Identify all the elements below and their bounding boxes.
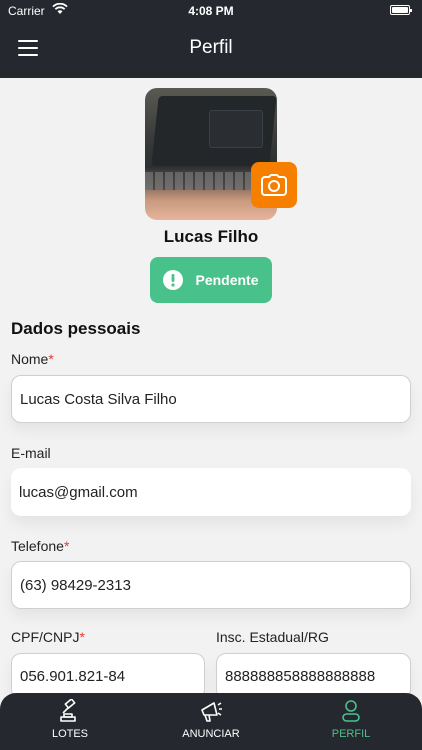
- status-label: Pendente: [195, 272, 259, 288]
- user-name: Lucas Filho: [163, 227, 259, 246]
- tab-lotes[interactable]: LOTES: [40, 698, 100, 747]
- clock: 4:08 PM: [188, 4, 234, 18]
- telefone-label: Telefone*: [11, 538, 70, 554]
- tab-perfil[interactable]: PERFIL: [321, 699, 381, 747]
- user-icon: [342, 700, 360, 722]
- app-header: Carrier 4:08 PM Perfil: [0, 0, 422, 78]
- bottom-tab-bar: LOTES ANUNCIAR PERFIL: [0, 693, 422, 750]
- battery-icon: [390, 5, 412, 15]
- email-label: E-mail: [11, 445, 51, 461]
- section-title: Dados pessoais: [11, 319, 141, 338]
- page-title: Perfil: [189, 37, 233, 58]
- email-field[interactable]: lucas@gmail.com: [11, 468, 411, 516]
- alert-icon: [163, 270, 184, 290]
- status-badge: Pendente: [150, 257, 272, 303]
- telefone-field[interactable]: (63) 98429-2313: [11, 561, 411, 609]
- avatar-container: [145, 88, 297, 220]
- cpf-label: CPF/CNPJ*: [11, 629, 85, 645]
- nome-label: Nome*: [11, 351, 54, 367]
- inscricao-label: Insc. Estadual/RG: [216, 629, 329, 645]
- nome-field[interactable]: Lucas Costa Silva Filho: [11, 375, 411, 423]
- status-bar: Carrier 4:08 PM: [0, 0, 422, 22]
- camera-icon: [261, 174, 287, 196]
- megaphone-icon: [201, 702, 222, 722]
- tab-anunciar[interactable]: ANUNCIAR: [175, 699, 247, 747]
- gavel-icon: [60, 698, 76, 722]
- change-photo-button[interactable]: [251, 162, 297, 208]
